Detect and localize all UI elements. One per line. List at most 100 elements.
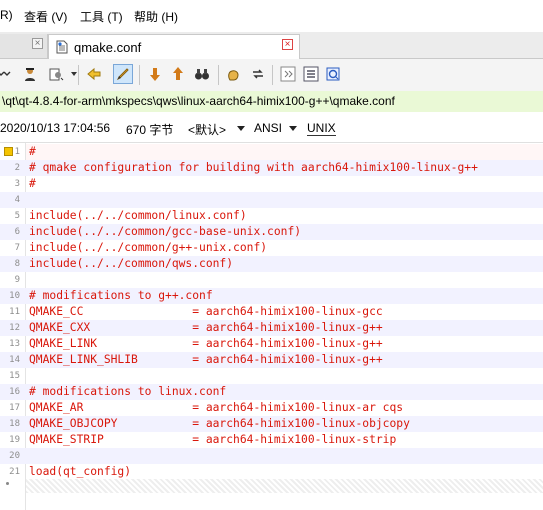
code-text: # modifications to linux.conf	[29, 385, 227, 398]
line-number: 15	[9, 371, 20, 381]
menu-bar: R) 查看 (V) 工具 (T) 帮助 (H)	[0, 0, 543, 32]
line-number: 13	[9, 339, 20, 349]
code-line[interactable]: 15	[0, 368, 543, 384]
up-arrow-icon[interactable]	[168, 64, 188, 84]
chevron-down-icon[interactable]	[289, 126, 297, 131]
user-icon[interactable]	[20, 64, 40, 84]
bookmark-icon[interactable]	[4, 147, 13, 156]
code-line[interactable]: 13 QMAKE_LINK = aarch64-himix100-linux-g+…	[0, 336, 543, 352]
menu-item-tools[interactable]: 工具 (T)	[80, 8, 123, 25]
line-number: 7	[14, 243, 20, 253]
tab-label: qmake.conf	[74, 40, 142, 55]
line-number: 11	[9, 307, 20, 317]
code-line[interactable]: 17 QMAKE_AR = aarch64-himix100-linux-ar c…	[0, 400, 543, 416]
line-number: 12	[9, 323, 20, 333]
code-text: # modifications to g++.conf	[29, 289, 213, 302]
file-path: \qt\qt-4.8.4-for-arm\mkspecs\qws\linux-a…	[2, 94, 395, 108]
word-wrap-icon[interactable]	[0, 64, 14, 84]
down-arrow-icon[interactable]	[145, 64, 165, 84]
text-editor[interactable]: 1 # 2 # qmake configuration for building wi…	[0, 143, 543, 510]
file-datetime: 2020/10/13 17:04:56	[0, 121, 111, 135]
code-text: QMAKE_AR = aarch64-himix100-linux-ar cqs	[29, 401, 404, 414]
charset[interactable]: ANSI	[254, 121, 282, 135]
prev-icon[interactable]	[84, 64, 104, 84]
line-number: 19	[9, 435, 20, 445]
binoculars-icon[interactable]	[192, 64, 212, 84]
code-text: QMAKE_LINK = aarch64-himix100-linux-g++	[29, 337, 383, 350]
pen-icon[interactable]	[113, 64, 133, 84]
code-line[interactable]: 1 #	[0, 144, 543, 160]
expand-icon[interactable]	[278, 64, 298, 84]
code-line[interactable]: 3 #	[0, 176, 543, 192]
encoding-default[interactable]: <默认>	[188, 121, 226, 138]
end-of-file-marker	[6, 482, 9, 485]
line-number: 9	[14, 275, 20, 285]
chevron-down-icon[interactable]	[237, 126, 245, 131]
code-line[interactable]: 5 include(../../common/linux.conf)	[0, 208, 543, 224]
list-icon[interactable]	[301, 64, 321, 84]
code-text: include(../../common/gcc-base-unix.conf)	[29, 225, 302, 238]
code-line[interactable]: 7 include(../../common/g++-unix.conf)	[0, 240, 543, 256]
document-icon	[56, 40, 68, 54]
line-number: 10	[9, 291, 20, 301]
swap-icon[interactable]	[248, 64, 268, 84]
code-line[interactable]: 8 include(../../common/qws.conf)	[0, 256, 543, 272]
code-line[interactable]: 18 QMAKE_OBJCOPY = aarch64-himix100-linux…	[0, 416, 543, 432]
toolbar	[0, 59, 543, 92]
close-icon[interactable]: ×	[32, 38, 43, 49]
line-number: 6	[14, 227, 20, 237]
settings-icon[interactable]	[46, 64, 66, 84]
code-line[interactable]: 2 # qmake configuration for building with…	[0, 160, 543, 176]
code-text: QMAKE_CC = aarch64-himix100-linux-gcc	[29, 305, 383, 318]
toolbar-divider	[218, 65, 219, 85]
code-line[interactable]: 10 # modifications to g++.conf	[0, 288, 543, 304]
line-number: 14	[9, 355, 20, 365]
line-number: 16	[9, 387, 20, 397]
menu-item-view[interactable]: 查看 (V)	[24, 8, 67, 25]
hand-icon[interactable]	[224, 64, 244, 84]
line-number: 3	[14, 179, 20, 189]
end-of-file-area	[26, 479, 543, 493]
code-text: QMAKE_STRIP = aarch64-himix100-linux-str…	[29, 433, 397, 446]
code-line[interactable]: 4	[0, 192, 543, 208]
line-number: 5	[14, 211, 20, 221]
code-text: include(../../common/qws.conf)	[29, 257, 234, 270]
tab-qmake-conf[interactable]: qmake.conf ×	[48, 34, 300, 59]
code-line[interactable]: 16 # modifications to linux.conf	[0, 384, 543, 400]
menu-item-help[interactable]: 帮助 (H)	[134, 8, 178, 25]
code-line[interactable]: 11 QMAKE_CC = aarch64-himix100-linux-gcc	[0, 304, 543, 320]
line-ending[interactable]: UNIX	[307, 121, 336, 136]
code-text: #	[29, 145, 36, 158]
tab-previous[interactable]: ×	[0, 34, 48, 58]
code-text: QMAKE_CXX = aarch64-himix100-linux-g++	[29, 321, 383, 334]
code-text: load(qt_config)	[29, 465, 132, 478]
code-line[interactable]: 19 QMAKE_STRIP = aarch64-himix100-linux-s…	[0, 432, 543, 448]
code-line[interactable]: 6 include(../../common/gcc-base-unix.conf…	[0, 224, 543, 240]
line-number: 8	[14, 259, 20, 269]
code-text: QMAKE_LINK_SHLIB = aarch64-himix100-linu…	[29, 353, 383, 366]
line-number: 4	[14, 195, 20, 205]
tab-bar: × qmake.conf ×	[0, 32, 543, 59]
code-text: # qmake configuration for building with …	[29, 161, 478, 174]
code-line[interactable]: 14 QMAKE_LINK_SHLIB = aarch64-himix100-li…	[0, 352, 543, 368]
code-line[interactable]: 12 QMAKE_CXX = aarch64-himix100-linux-g++	[0, 320, 543, 336]
toolbar-divider	[139, 65, 140, 85]
code-text: QMAKE_OBJCOPY = aarch64-himix100-linux-o…	[29, 417, 410, 430]
file-size: 670 字节	[126, 123, 174, 137]
toolbar-divider	[78, 65, 79, 85]
menu-item-partial[interactable]: R)	[0, 8, 13, 22]
line-number: 17	[9, 403, 20, 413]
file-info-bar: 2020/10/13 17:04:56 670 字节 <默认> ANSI UNI…	[0, 112, 543, 143]
code-text: include(../../common/linux.conf)	[29, 209, 247, 222]
code-line[interactable]: 21 load(qt_config)	[0, 464, 543, 480]
line-number: 21	[9, 467, 20, 477]
code-line[interactable]: 9	[0, 272, 543, 288]
close-icon[interactable]: ×	[282, 39, 293, 50]
line-number: 20	[9, 451, 20, 461]
line-number: 18	[9, 419, 20, 429]
code-text: #	[29, 177, 36, 190]
code-line[interactable]: 20	[0, 448, 543, 464]
clipboard-icon[interactable]	[323, 64, 343, 84]
chevron-down-icon[interactable]	[64, 64, 84, 84]
toolbar-divider	[272, 65, 273, 85]
